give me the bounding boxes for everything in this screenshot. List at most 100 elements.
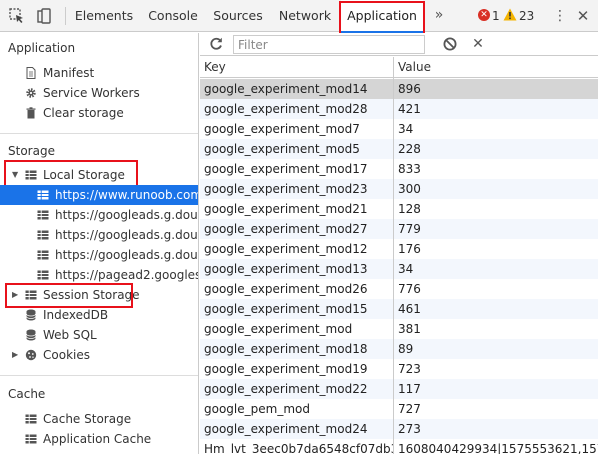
cell-value[interactable]: 461: [394, 299, 598, 319]
cell-value[interactable]: 228: [394, 139, 598, 159]
cell-value[interactable]: 896: [394, 79, 598, 99]
table-row[interactable]: Hm_lvt_3eec0b7da6548cf07db3b...160804042…: [200, 439, 598, 454]
sidebar-item-local-storage-origin[interactable]: https://googleads.g.double: [0, 225, 198, 245]
cell-key[interactable]: google_experiment_mod13: [200, 259, 393, 279]
cell-value[interactable]: 727: [394, 399, 598, 419]
cell-value[interactable]: 34: [394, 259, 598, 279]
warning-icon[interactable]: [503, 8, 517, 21]
table-row[interactable]: google_experiment_mod19 723: [200, 359, 598, 379]
inspect-icon[interactable]: [8, 7, 26, 25]
cell-key[interactable]: google_experiment_mod22: [200, 379, 393, 399]
kebab-menu-icon[interactable]: ⋮: [553, 8, 567, 24]
cell-key[interactable]: google_experiment_mod: [200, 319, 393, 339]
table-row[interactable]: google_experiment_mod28 421: [200, 99, 598, 119]
cell-key[interactable]: google_experiment_mod14: [200, 79, 393, 99]
device-toggle-icon[interactable]: [35, 7, 53, 25]
cell-value[interactable]: 128: [394, 199, 598, 219]
sidebar-item-local-storage-origin[interactable]: https://www.runoob.com: [0, 185, 198, 205]
cell-value[interactable]: 300: [394, 179, 598, 199]
sidebar-item-service-workers[interactable]: Service Workers: [0, 83, 198, 103]
table-row[interactable]: google_experiment_mod12 176: [200, 239, 598, 259]
cell-key[interactable]: google_experiment_mod26: [200, 279, 393, 299]
sidebar-item-local-storage[interactable]: ▼ Local Storage: [0, 165, 198, 185]
cell-key[interactable]: google_experiment_mod23: [200, 179, 393, 199]
cell-value[interactable]: 776: [394, 279, 598, 299]
cell-value[interactable]: 381: [394, 319, 598, 339]
tab-console[interactable]: Console: [142, 0, 204, 32]
error-icon[interactable]: ✕: [478, 9, 490, 21]
sidebar-item-local-storage-origin[interactable]: https://googleads.g.double: [0, 245, 198, 265]
column-header-key[interactable]: Key: [200, 57, 393, 78]
table-row[interactable]: google_experiment_mod22 117: [200, 379, 598, 399]
tab-sources[interactable]: Sources: [208, 0, 268, 32]
table-row[interactable]: google_pem_mod 727: [200, 399, 598, 419]
grid-icon: [25, 413, 37, 425]
cookie-icon: [25, 349, 37, 361]
tab-network[interactable]: Network: [275, 0, 335, 32]
sidebar-item-cache-storage[interactable]: Cache Storage: [0, 409, 198, 429]
sidebar-item-local-storage-origin[interactable]: https://pagead2.googlesyn: [0, 265, 198, 285]
more-tabs-button[interactable]: »: [431, 0, 447, 32]
table-row[interactable]: google_experiment_mod15 461: [200, 299, 598, 319]
cell-value[interactable]: 273: [394, 419, 598, 439]
delete-selected-button[interactable]: ✕: [471, 34, 485, 54]
trash-icon: [25, 107, 37, 119]
table-row[interactable]: google_experiment_mod14 896: [200, 79, 598, 99]
table-row[interactable]: google_experiment_mod 381: [200, 319, 598, 339]
table-row[interactable]: google_experiment_mod24 273: [200, 419, 598, 439]
cell-key[interactable]: google_experiment_mod27: [200, 219, 393, 239]
table-row[interactable]: google_experiment_mod23 300: [200, 179, 598, 199]
expand-arrow-right-icon[interactable]: ▶: [12, 285, 20, 305]
cell-value[interactable]: 117: [394, 379, 598, 399]
cell-value[interactable]: 833: [394, 159, 598, 179]
cell-value[interactable]: 723: [394, 359, 598, 379]
expand-arrow-down-icon[interactable]: ▼: [12, 165, 20, 185]
cell-key[interactable]: google_pem_mod: [200, 399, 393, 419]
table-row[interactable]: google_experiment_mod5 228: [200, 139, 598, 159]
table-row[interactable]: google_experiment_mod27 779: [200, 219, 598, 239]
table-row[interactable]: google_experiment_mod21 128: [200, 199, 598, 219]
sidebar-item-label: https://googleads.g.double: [55, 208, 198, 222]
cell-key[interactable]: google_experiment_mod18: [200, 339, 393, 359]
cell-value[interactable]: 34: [394, 119, 598, 139]
cell-key[interactable]: google_experiment_mod7: [200, 119, 393, 139]
refresh-icon[interactable]: [208, 36, 224, 52]
column-header-value[interactable]: Value: [394, 57, 598, 78]
sidebar-item-application-cache[interactable]: Application Cache: [0, 429, 198, 449]
tab-application[interactable]: Application: [341, 0, 423, 33]
close-devtools-button[interactable]: ✕: [575, 6, 591, 26]
table-row[interactable]: google_experiment_mod7 34: [200, 119, 598, 139]
cell-value[interactable]: 1608040429934|1575553621,157...: [394, 439, 598, 454]
table-row[interactable]: google_experiment_mod18 89: [200, 339, 598, 359]
sidebar-item-clear-storage[interactable]: Clear storage: [0, 103, 198, 123]
cell-key[interactable]: Hm_lvt_3eec0b7da6548cf07db3b...: [200, 439, 393, 454]
cell-value[interactable]: 89: [394, 339, 598, 359]
sidebar-item-session-storage[interactable]: ▶ Session Storage: [0, 285, 198, 305]
cell-key[interactable]: google_experiment_mod5: [200, 139, 393, 159]
cell-key[interactable]: google_experiment_mod19: [200, 359, 393, 379]
sidebar-item-indexeddb[interactable]: IndexedDB: [0, 305, 198, 325]
table-row[interactable]: google_experiment_mod13 34: [200, 259, 598, 279]
cell-key[interactable]: google_experiment_mod12: [200, 239, 393, 259]
cell-value[interactable]: 421: [394, 99, 598, 119]
cell-key[interactable]: google_experiment_mod15: [200, 299, 393, 319]
filter-input[interactable]: [233, 35, 425, 54]
error-count[interactable]: 1: [492, 9, 500, 23]
sidebar-item-manifest[interactable]: Manifest: [0, 63, 198, 83]
sidebar-item-local-storage-origin[interactable]: https://googleads.g.double: [0, 205, 198, 225]
tab-elements[interactable]: Elements: [70, 0, 138, 32]
sidebar-item-cookies[interactable]: ▶ Cookies: [0, 345, 198, 365]
clear-all-icon[interactable]: [443, 37, 457, 51]
cell-key[interactable]: google_experiment_mod28: [200, 99, 393, 119]
devtools-tab-bar: Elements Console Sources Network Applica…: [0, 0, 598, 38]
cell-value[interactable]: 176: [394, 239, 598, 259]
cell-key[interactable]: google_experiment_mod24: [200, 419, 393, 439]
table-row[interactable]: google_experiment_mod26 776: [200, 279, 598, 299]
cell-key[interactable]: google_experiment_mod21: [200, 199, 393, 219]
cell-key[interactable]: google_experiment_mod17: [200, 159, 393, 179]
table-row[interactable]: google_experiment_mod17 833: [200, 159, 598, 179]
warning-count[interactable]: 23: [519, 9, 534, 23]
sidebar-item-websql[interactable]: Web SQL: [0, 325, 198, 345]
expand-arrow-right-icon[interactable]: ▶: [12, 345, 20, 365]
cell-value[interactable]: 779: [394, 219, 598, 239]
